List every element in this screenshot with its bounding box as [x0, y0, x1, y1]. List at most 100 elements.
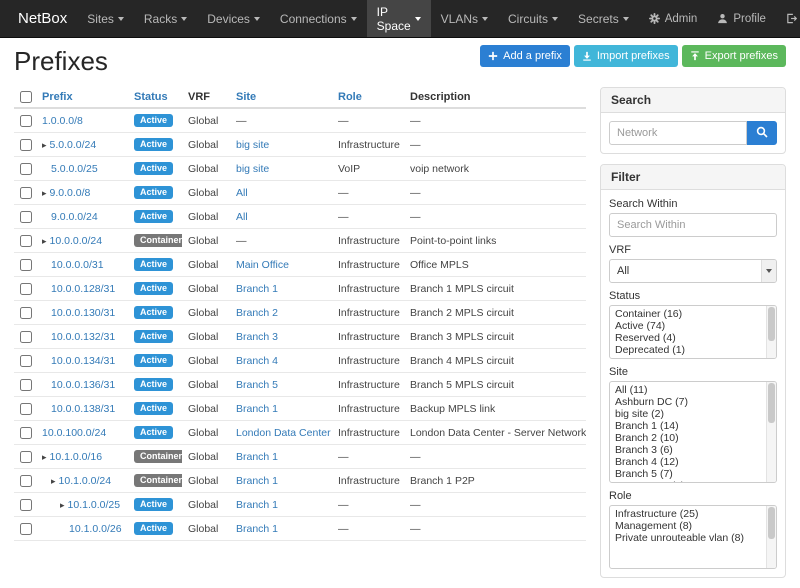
sort-link-prefix[interactable]: Prefix: [42, 91, 73, 103]
row-checkbox[interactable]: [20, 259, 32, 271]
site-link[interactable]: Branch 1: [236, 523, 278, 535]
row-checkbox[interactable]: [20, 187, 32, 199]
nav-item-ip-space[interactable]: IP Space: [367, 0, 431, 37]
prefix-link[interactable]: 10.1.0.0/16: [50, 451, 103, 463]
listbox-option[interactable]: Management (8): [610, 520, 764, 532]
import-prefixes-button[interactable]: Import prefixes: [574, 45, 678, 67]
listbox-option[interactable]: Branch 3 (6): [610, 444, 764, 456]
status-listbox[interactable]: Container (16)Active (74)Reserved (4)Dep…: [609, 305, 777, 359]
site-listbox[interactable]: All (11)Ashburn DC (7)big site (2) Branch…: [609, 381, 777, 483]
site-link[interactable]: London Data Center: [236, 427, 331, 439]
scrollbar[interactable]: [766, 306, 776, 358]
prefix-link[interactable]: 10.1.0.0/25: [68, 499, 121, 511]
site-link[interactable]: Branch 1: [236, 283, 278, 295]
scrollbar-thumb[interactable]: [768, 307, 775, 341]
prefix-link[interactable]: 10.0.100.0/24: [42, 427, 106, 439]
listbox-option[interactable]: COLO 1-24 (4): [610, 480, 764, 483]
site-link[interactable]: Branch 5: [236, 379, 278, 391]
export-prefixes-button[interactable]: Export prefixes: [682, 45, 786, 67]
row-checkbox[interactable]: [20, 427, 32, 439]
scrollbar[interactable]: [766, 506, 776, 568]
prefix-link[interactable]: 10.0.0.136/31: [51, 379, 115, 391]
nav-item-profile[interactable]: Profile: [707, 0, 776, 37]
site-link[interactable]: Main Office: [236, 259, 289, 271]
site-link[interactable]: big site: [236, 139, 269, 151]
prefix-link[interactable]: 10.1.0.0/24: [59, 475, 112, 487]
prefix-link[interactable]: 9.0.0.0/24: [51, 211, 98, 223]
prefix-link[interactable]: 9.0.0.0/8: [50, 187, 91, 199]
site-link[interactable]: Branch 2: [236, 307, 278, 319]
nav-item-secrets[interactable]: Secrets: [568, 0, 639, 37]
row-checkbox[interactable]: [20, 235, 32, 247]
prefix-link[interactable]: 10.0.0.134/31: [51, 355, 115, 367]
listbox-option[interactable]: Branch 2 (10): [610, 432, 764, 444]
row-checkbox[interactable]: [20, 283, 32, 295]
listbox-option[interactable]: All (11): [610, 384, 764, 396]
prefix-link[interactable]: 5.0.0.0/25: [51, 163, 98, 175]
vrf-select[interactable]: All: [609, 259, 777, 283]
listbox-option[interactable]: big site (2): [610, 408, 764, 420]
listbox-option[interactable]: Ashburn DC (7): [610, 396, 764, 408]
site-link[interactable]: Branch 1: [236, 403, 278, 415]
row-checkbox[interactable]: [20, 115, 32, 127]
sort-link-status[interactable]: Status: [134, 91, 168, 103]
role-listbox[interactable]: Infrastructure (25)Management (8)Private…: [609, 505, 777, 569]
prefix-link[interactable]: 10.0.0.132/31: [51, 331, 115, 343]
prefix-link[interactable]: 10.0.0.0/31: [51, 259, 104, 271]
select-all-checkbox[interactable]: [20, 91, 32, 103]
site-link[interactable]: big site: [236, 163, 269, 175]
prefix-link[interactable]: 10.0.0.130/31: [51, 307, 115, 319]
site-link[interactable]: Branch 1: [236, 499, 278, 511]
row-checkbox[interactable]: [20, 355, 32, 367]
search-button[interactable]: [747, 121, 777, 145]
site-link[interactable]: Branch 1: [236, 475, 278, 487]
scrollbar[interactable]: [766, 382, 776, 482]
sort-link-site[interactable]: Site: [236, 91, 256, 103]
row-checkbox[interactable]: [20, 163, 32, 175]
site-link[interactable]: All: [236, 187, 248, 199]
row-checkbox[interactable]: [20, 523, 32, 535]
listbox-option[interactable]: Branch 4 (12): [610, 456, 764, 468]
search-input[interactable]: [609, 121, 747, 145]
row-checkbox[interactable]: [20, 307, 32, 319]
prefix-link[interactable]: 1.0.0.0/8: [42, 115, 83, 127]
site-link[interactable]: Branch 1: [236, 451, 278, 463]
nav-item-vlans[interactable]: VLANs: [431, 0, 498, 37]
nav-item-connections[interactable]: Connections: [270, 0, 367, 37]
row-checkbox[interactable]: [20, 475, 32, 487]
row-checkbox[interactable]: [20, 499, 32, 511]
prefix-link[interactable]: 10.1.0.0/26: [69, 523, 122, 535]
brand[interactable]: NetBox: [8, 0, 77, 37]
listbox-option[interactable]: Active (74): [610, 320, 764, 332]
prefix-link[interactable]: 10.0.0.138/31: [51, 403, 115, 415]
prefix-link[interactable]: 10.0.0.128/31: [51, 283, 115, 295]
site-link[interactable]: All: [236, 211, 248, 223]
prefix-link[interactable]: 5.0.0.0/24: [50, 139, 97, 151]
site-link[interactable]: Branch 3: [236, 331, 278, 343]
listbox-option[interactable]: Reserved (4): [610, 332, 764, 344]
nav-item-racks[interactable]: Racks: [134, 0, 197, 37]
row-checkbox[interactable]: [20, 139, 32, 151]
nav-item-log-out[interactable]: Log out: [776, 0, 800, 37]
filter-input-q[interactable]: [609, 213, 777, 237]
row-checkbox[interactable]: [20, 379, 32, 391]
row-checkbox[interactable]: [20, 211, 32, 223]
row-checkbox[interactable]: [20, 451, 32, 463]
sort-link-role[interactable]: Role: [338, 91, 362, 103]
listbox-option[interactable]: Private unrouteable vlan (8): [610, 532, 764, 544]
row-checkbox[interactable]: [20, 331, 32, 343]
listbox-option[interactable]: Branch 5 (7): [610, 468, 764, 480]
nav-item-admin[interactable]: Admin: [639, 0, 708, 37]
add-prefix-button[interactable]: Add a prefix: [480, 45, 570, 67]
listbox-option[interactable]: Container (16): [610, 308, 764, 320]
nav-item-sites[interactable]: Sites: [77, 0, 134, 37]
prefix-link[interactable]: 10.0.0.0/24: [50, 235, 103, 247]
scrollbar-thumb[interactable]: [768, 507, 775, 539]
listbox-option[interactable]: Infrastructure (25): [610, 508, 764, 520]
row-checkbox[interactable]: [20, 403, 32, 415]
nav-item-circuits[interactable]: Circuits: [498, 0, 568, 37]
listbox-option[interactable]: Deprecated (1): [610, 344, 764, 356]
scrollbar-thumb[interactable]: [768, 383, 775, 423]
nav-item-devices[interactable]: Devices: [197, 0, 270, 37]
site-link[interactable]: Branch 4: [236, 355, 278, 367]
